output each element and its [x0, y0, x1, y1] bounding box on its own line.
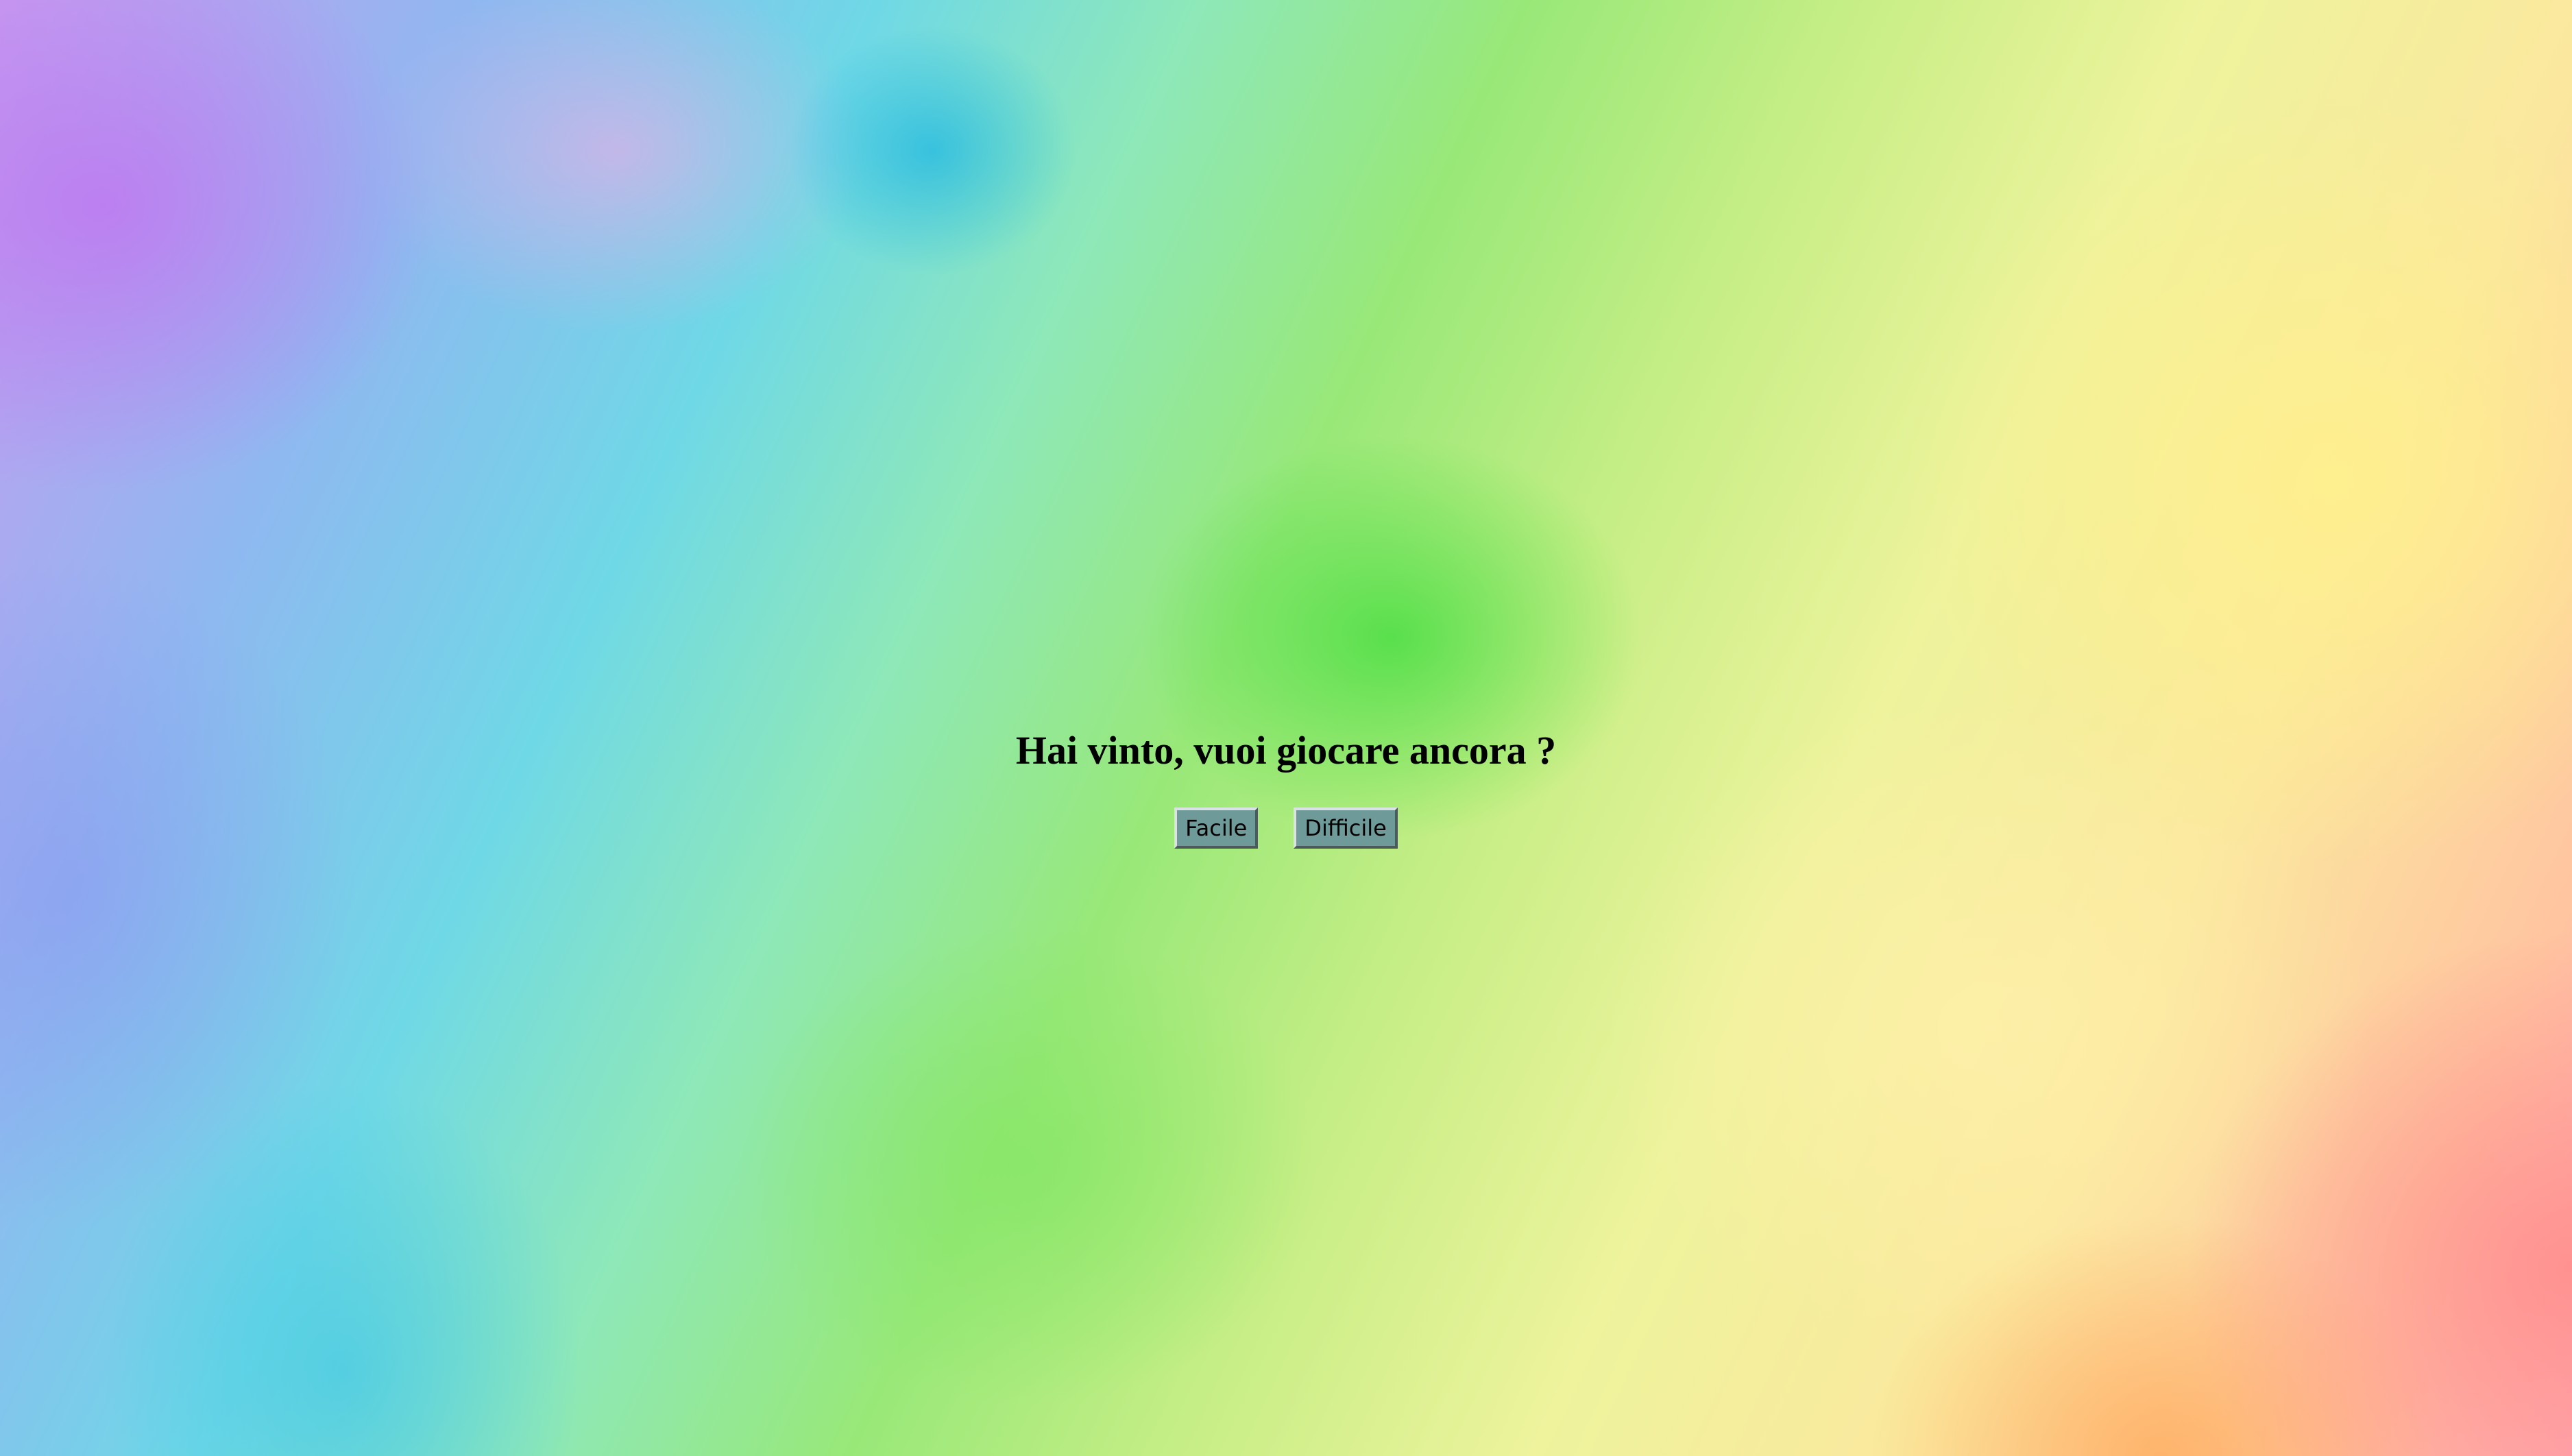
win-message: Hai vinto, vuoi giocare ancora ?: [1015, 728, 1557, 773]
difficulty-buttons: Facile Difficile: [0, 808, 2572, 849]
hard-button[interactable]: Difficile: [1294, 808, 1398, 849]
easy-button[interactable]: Facile: [1174, 808, 1259, 849]
game-over-panel: Hai vinto, vuoi giocare ancora ? Facile …: [0, 720, 2572, 849]
